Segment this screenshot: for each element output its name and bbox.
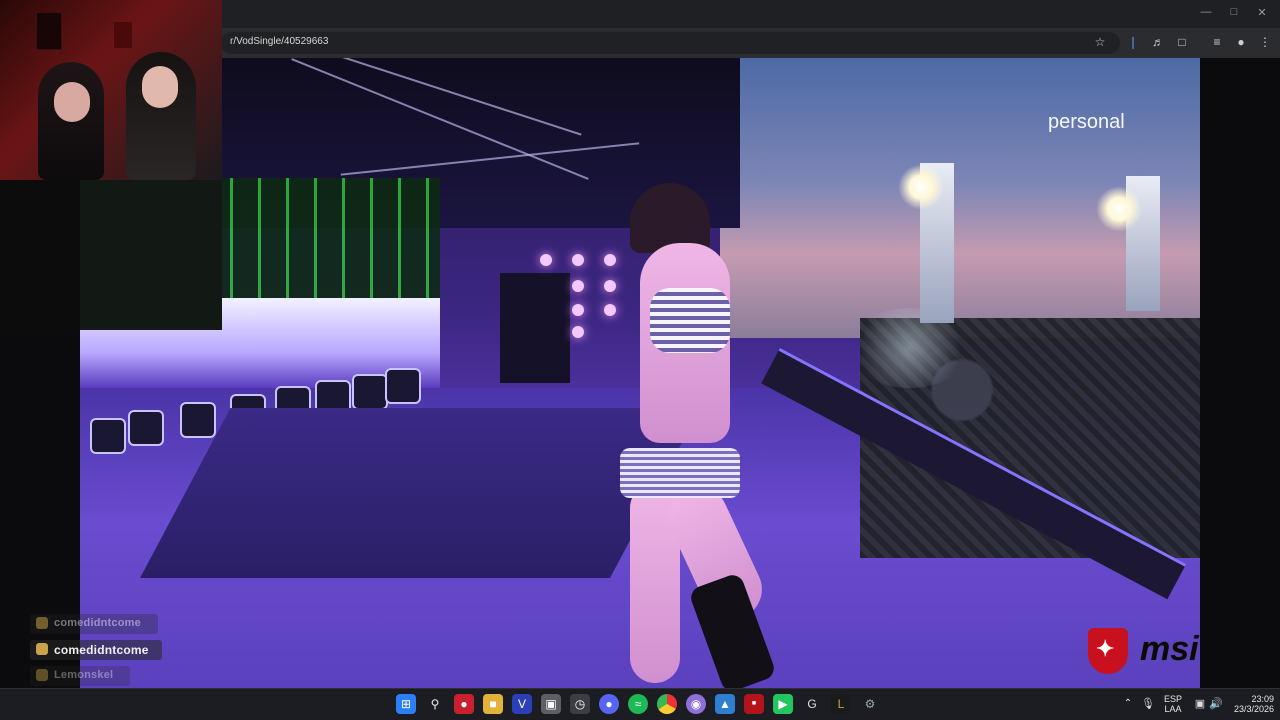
discord-icon[interactable]: ● bbox=[599, 694, 619, 714]
extensions-icon[interactable]: □ bbox=[1174, 34, 1190, 50]
stage-light bbox=[572, 326, 584, 338]
close-button[interactable]: ✕ bbox=[1253, 6, 1271, 19]
streamer-right-face bbox=[142, 66, 178, 108]
tray-chevron-up-icon[interactable]: ⌃ bbox=[1118, 694, 1138, 714]
performer-hair bbox=[630, 183, 710, 253]
speaker-stack bbox=[500, 273, 570, 383]
performer-top bbox=[650, 288, 730, 353]
chat-username: comedidntcome bbox=[54, 617, 141, 629]
settings-gear-icon[interactable]: ⚙ bbox=[860, 694, 880, 714]
cast-icon[interactable]: ❘ bbox=[1125, 34, 1141, 50]
moving-head-light bbox=[128, 410, 164, 446]
streamer-left-face bbox=[54, 82, 90, 122]
photos-icon[interactable]: ▲ bbox=[715, 694, 735, 714]
chat-username: Lemonskel bbox=[54, 669, 114, 681]
green-app-icon[interactable]: ▶ bbox=[773, 694, 793, 714]
app-v-icon[interactable]: V bbox=[512, 694, 532, 714]
stage-light bbox=[540, 254, 552, 266]
audio-icon[interactable]: ♬ bbox=[1150, 34, 1166, 50]
chat-message: Lemonskel bbox=[30, 666, 130, 686]
moving-head-light bbox=[90, 418, 126, 454]
video-player[interactable]: personal ✦ msi bbox=[80, 58, 1200, 688]
language-indicator[interactable]: ESP LAA bbox=[1160, 694, 1186, 714]
clock[interactable]: 23:09 23/3/2026 bbox=[1224, 694, 1274, 714]
url-text: r/VodSingle/40529663 bbox=[230, 36, 329, 47]
media-control-icon[interactable]: ≡ bbox=[1209, 34, 1225, 50]
stage-light bbox=[572, 254, 584, 266]
clock-date: 23/3/2026 bbox=[1233, 704, 1274, 714]
profile-avatar-icon[interactable]: ● bbox=[1233, 34, 1249, 50]
minimize-button[interactable]: — bbox=[1197, 6, 1215, 18]
chat-badge-icon bbox=[36, 617, 48, 629]
desktop-screen: — □ ✕ r/VodSingle/40529663 ☆ ❘ ♬ □ ≡ ● ⋮ bbox=[0, 0, 1280, 720]
msi-shield-icon: ✦ bbox=[1088, 628, 1128, 674]
overlay-strip bbox=[0, 180, 80, 330]
chrome-icon[interactable] bbox=[657, 694, 677, 714]
app-red-icon[interactable]: ● bbox=[454, 694, 474, 714]
msi-logo: ✦ msi bbox=[1088, 628, 1200, 678]
stage-light bbox=[572, 304, 584, 316]
webcam-overlay bbox=[0, 0, 222, 180]
chat-badge-icon bbox=[36, 669, 48, 681]
league-icon[interactable]: L bbox=[831, 694, 851, 714]
address-bar[interactable] bbox=[220, 32, 1120, 54]
msi-wordmark: msi bbox=[1140, 630, 1199, 668]
chat-message: comedidntcome bbox=[30, 614, 158, 634]
file-explorer-icon[interactable]: ■ bbox=[483, 694, 503, 714]
stage-light bbox=[572, 280, 584, 292]
bookmark-star-icon[interactable]: ☆ bbox=[1092, 34, 1108, 50]
menu-kebab-icon[interactable]: ⋮ bbox=[1257, 34, 1273, 50]
chat-username: comedidntcome bbox=[54, 643, 149, 657]
moving-head-light bbox=[180, 402, 216, 438]
wall-poster bbox=[36, 12, 62, 50]
language-code: ESP bbox=[1163, 694, 1182, 704]
search-icon[interactable]: ⚲ bbox=[425, 694, 445, 714]
flood-light bbox=[898, 164, 944, 210]
performer-boot bbox=[687, 571, 778, 688]
microphone-icon[interactable]: 🎙 bbox=[1138, 694, 1158, 714]
g-app-icon[interactable]: G bbox=[802, 694, 822, 714]
maximize-button[interactable]: □ bbox=[1225, 6, 1243, 18]
performer bbox=[610, 183, 800, 688]
spotify-icon[interactable]: ≈ bbox=[628, 694, 648, 714]
gallery-icon[interactable]: ▣ bbox=[541, 694, 561, 714]
wall-poster bbox=[114, 22, 132, 48]
volume-icon[interactable]: 🔊 bbox=[1206, 694, 1226, 714]
channel-watermark: personal bbox=[1048, 111, 1125, 133]
flood-light bbox=[1096, 186, 1142, 232]
chat-message: comedidntcome bbox=[30, 640, 162, 660]
performer-shorts bbox=[620, 448, 740, 498]
stream-app-icon[interactable]: ■ bbox=[744, 694, 764, 714]
clock-app-icon[interactable]: ◷ bbox=[570, 694, 590, 714]
clock-time: 23:09 bbox=[1251, 694, 1274, 704]
keyboard-layout: LAA bbox=[1164, 704, 1182, 714]
moving-head-light bbox=[385, 368, 421, 404]
shell-app-icon[interactable]: ◉ bbox=[686, 694, 706, 714]
moving-head-light bbox=[352, 374, 388, 410]
chat-badge-icon bbox=[36, 643, 48, 655]
windows-start-icon[interactable]: ⊞ bbox=[396, 694, 416, 714]
